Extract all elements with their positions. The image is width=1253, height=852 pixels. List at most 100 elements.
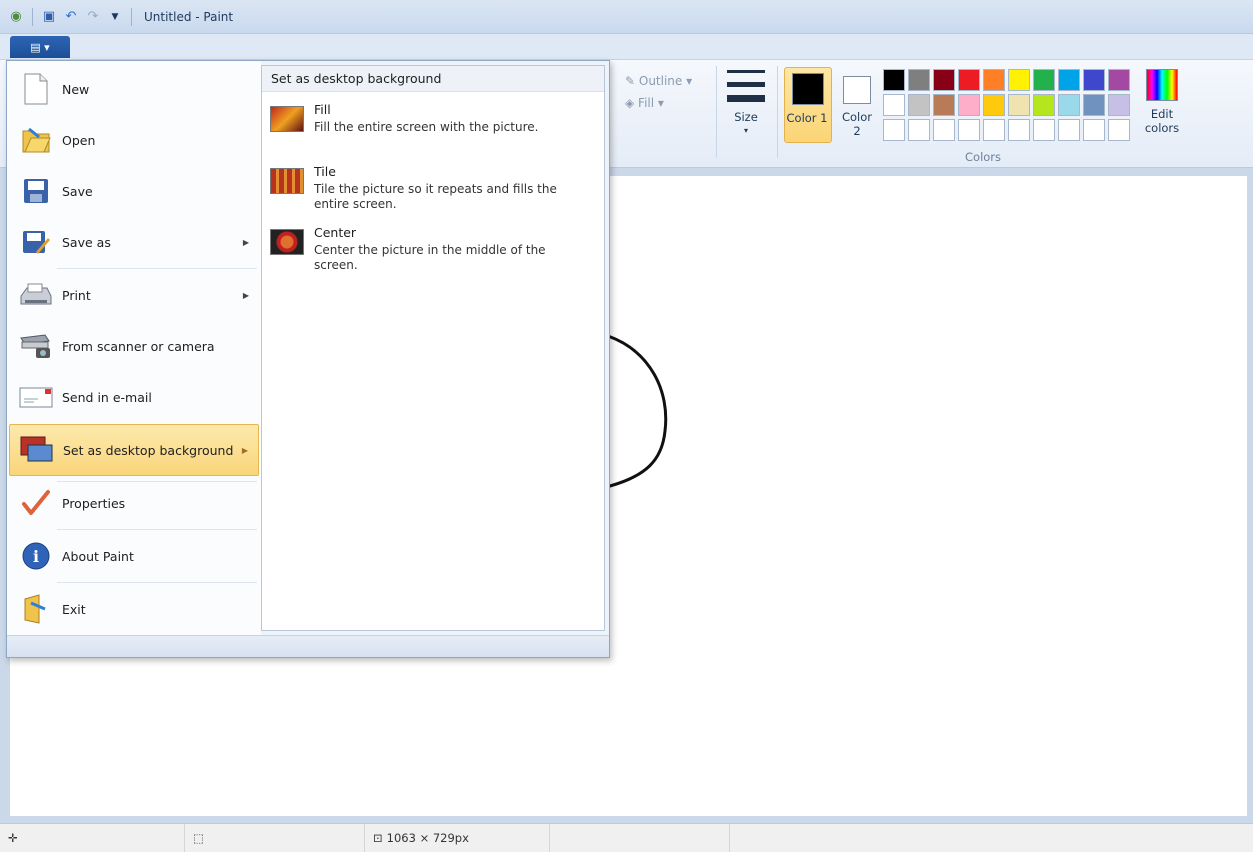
menu-item-label: Open [62, 132, 96, 148]
open-folder-icon [19, 123, 53, 157]
fill-label: Fill [638, 96, 655, 110]
menu-item-save-as[interactable]: Save as ▶ [9, 218, 259, 266]
size-label: Size [734, 110, 758, 124]
menu-item-exit[interactable]: Exit [9, 585, 259, 633]
menu-item-properties[interactable]: Properties [9, 479, 259, 527]
option-description: Tile the picture so it repeats and fills… [314, 182, 557, 211]
custom-color-slot[interactable] [1033, 119, 1055, 141]
paint-menu-button[interactable]: ▤ ▾ [10, 36, 70, 58]
custom-color-slot[interactable] [883, 119, 905, 141]
custom-color-slot[interactable] [908, 119, 930, 141]
window-title: Untitled - Paint [144, 9, 234, 24]
palette-swatch[interactable] [1008, 69, 1030, 91]
edit-colors-label: Edit colors [1144, 107, 1180, 135]
move-cursor-icon: ✛ [8, 831, 18, 845]
tile-picture-icon [270, 168, 304, 194]
fill-button[interactable]: ◈ Fill ▾ [625, 92, 692, 114]
info-icon: i [19, 539, 53, 573]
custom-color-slot[interactable] [1108, 119, 1130, 141]
redo-icon[interactable]: ↷ [85, 9, 101, 25]
menu-divider [57, 268, 257, 269]
menu-item-send-email[interactable]: Send in e-mail [9, 373, 259, 421]
submenu-option-fill[interactable]: Fill Fill the entire screen with the pic… [270, 102, 596, 135]
quick-access-separator [32, 7, 33, 26]
menu-item-new[interactable]: New [9, 65, 259, 113]
status-empty-cell [550, 824, 730, 852]
custom-color-slot[interactable] [1008, 119, 1030, 141]
desktop-background-icon [20, 433, 54, 467]
image-size-icon: ⊡ [373, 831, 383, 845]
custom-color-slot[interactable] [983, 119, 1005, 141]
color2-label: Color 2 [841, 110, 873, 138]
checkmark-icon [19, 486, 53, 520]
customize-arrow-icon[interactable]: ▼ [107, 9, 123, 25]
undo-icon[interactable]: ↶ [63, 9, 79, 25]
menu-divider [57, 582, 257, 583]
palette-swatch[interactable] [933, 94, 955, 116]
palette-swatch[interactable] [908, 69, 930, 91]
menu-item-label: Properties [62, 495, 126, 511]
size-button[interactable]: Size ▾ [724, 70, 768, 138]
color1-button[interactable]: Color 1 [784, 67, 832, 143]
option-title: Center [314, 225, 357, 240]
menu-item-from-scanner[interactable]: From scanner or camera [9, 322, 259, 370]
palette-swatch[interactable] [908, 94, 930, 116]
menu-item-about-paint[interactable]: i About Paint [9, 532, 259, 580]
color-palette [883, 69, 1130, 141]
palette-swatch[interactable] [883, 69, 905, 91]
custom-color-slot[interactable] [958, 119, 980, 141]
shape-style-group: ✎ Outline ▾ ◈ Fill ▾ [625, 70, 692, 114]
ribbon-tab-row: ▤ ▾ [0, 34, 1253, 60]
outline-label: Outline [638, 74, 683, 88]
edit-colors-button[interactable]: Edit colors [1140, 69, 1184, 135]
save-as-icon [19, 225, 53, 259]
custom-color-slot[interactable] [1083, 119, 1105, 141]
menu-item-print[interactable]: Print ▶ [9, 271, 259, 319]
palette-swatch[interactable] [1083, 94, 1105, 116]
submenu-option-tile[interactable]: Tile Tile the picture so it repeats and … [270, 164, 596, 212]
menu-item-label: About Paint [62, 548, 134, 564]
menu-item-set-as-desktop-background[interactable]: Set as desktop background ▶ [9, 424, 259, 476]
palette-swatch[interactable] [1108, 69, 1130, 91]
option-title: Fill [314, 102, 331, 117]
selection-icon: ⬚ [193, 831, 204, 845]
palette-swatch[interactable] [1033, 69, 1055, 91]
custom-color-slot[interactable] [1058, 119, 1080, 141]
submenu-option-center[interactable]: Center Center the picture in the middle … [270, 225, 596, 273]
palette-swatch[interactable] [1033, 94, 1055, 116]
selection-size: ⬚ [185, 824, 365, 852]
custom-color-slot[interactable] [933, 119, 955, 141]
save-icon[interactable]: ▣ [41, 9, 57, 25]
menu-item-save[interactable]: Save [9, 167, 259, 215]
title-bar: ◉ ▣ ↶ ↷ ▼ Untitled - Paint [0, 0, 1253, 34]
palette-swatch[interactable] [958, 94, 980, 116]
color2-button[interactable]: Color 2 [836, 67, 878, 138]
palette-swatch[interactable] [1083, 69, 1105, 91]
ribbon-separator [777, 66, 778, 158]
palette-swatch[interactable] [958, 69, 980, 91]
color2-swatch [843, 76, 871, 104]
email-icon [19, 380, 53, 414]
menu-item-open[interactable]: Open [9, 116, 259, 164]
palette-swatch[interactable] [983, 69, 1005, 91]
palette-swatch[interactable] [983, 94, 1005, 116]
option-title: Tile [314, 164, 336, 179]
center-picture-icon [270, 229, 304, 255]
cursor-position: ✛ [0, 824, 185, 852]
palette-swatch[interactable] [883, 94, 905, 116]
title-separator [131, 7, 132, 26]
palette-swatch[interactable] [933, 69, 955, 91]
menu-grid-icon: ▤ ▾ [30, 40, 50, 54]
option-description: Fill the entire screen with the picture. [314, 120, 539, 134]
palette-swatch[interactable] [1058, 69, 1080, 91]
palette-swatch[interactable] [1108, 94, 1130, 116]
outline-button[interactable]: ✎ Outline ▾ [625, 70, 692, 92]
palette-swatch[interactable] [1058, 94, 1080, 116]
status-bar: ✛ ⬚ ⊡ 1063 × 729px [0, 823, 1253, 852]
image-size-value: 1063 × 729px [386, 831, 469, 845]
palette-swatch[interactable] [1008, 94, 1030, 116]
paint-app-icon[interactable]: ◉ [8, 9, 24, 25]
save-icon [19, 174, 53, 208]
menu-item-label: Set as desktop background [63, 442, 234, 458]
fill-picture-icon [270, 106, 304, 132]
